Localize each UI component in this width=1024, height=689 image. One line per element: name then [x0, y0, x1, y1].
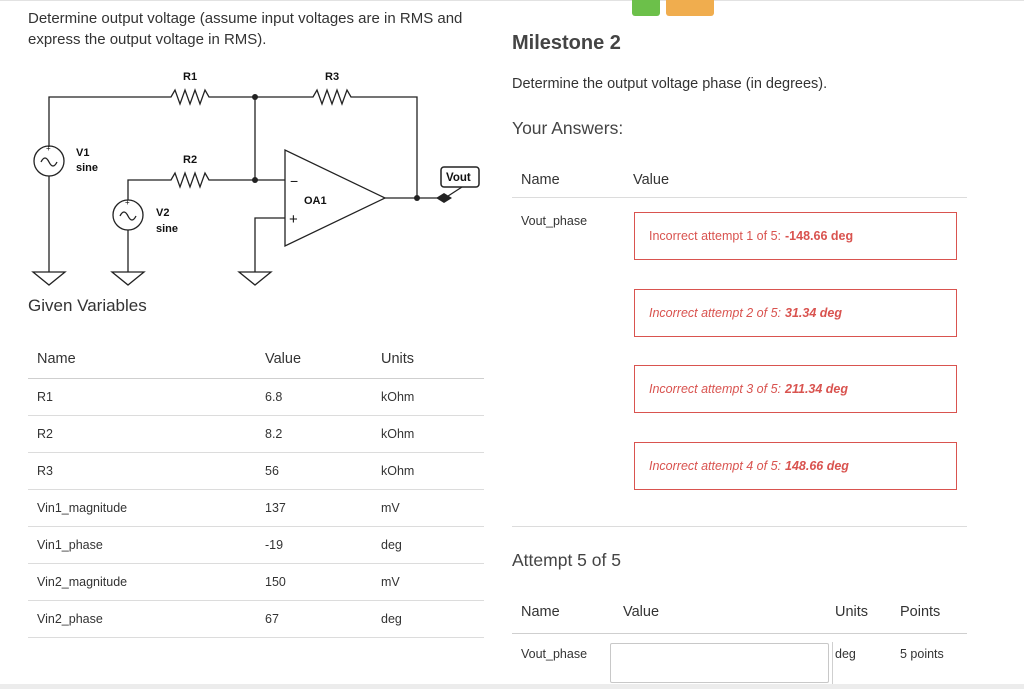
table-row: Vin2_phase 67 deg — [28, 600, 484, 638]
vout-phase-input[interactable] — [610, 643, 829, 683]
cell-name: R1 — [28, 378, 256, 416]
label-opamp: OA1 — [304, 195, 327, 207]
cell-units: deg — [372, 600, 484, 638]
circuit-diagram: R1 R3 R2 V1 sine V2 sine OA1 − + + + Vou… — [31, 71, 480, 286]
cell-units: kOhm — [372, 452, 484, 490]
attempt-units: deg — [835, 647, 856, 661]
opamp-minus: − — [290, 173, 298, 189]
question-text: Determine output voltage (assume input v… — [28, 10, 463, 48]
attempt-value: -148.66 deg — [785, 229, 854, 243]
cell-value: 6.8 — [256, 378, 372, 416]
milestone-prompt: Determine the output voltage phase (in d… — [512, 76, 828, 92]
header-units: Units — [372, 340, 484, 379]
given-variables-table: Name Value Units R1 6.8 kOhm R2 8.2 kOhm… — [28, 340, 484, 638]
attempt-label: Incorrect attempt 1 of 5: — [649, 229, 782, 243]
src-v2-plus: + — [125, 198, 130, 207]
attempt-label: Incorrect attempt 4 of 5: — [649, 459, 782, 473]
cell-name: Vin2_phase — [28, 600, 256, 638]
label-r2: R2 — [183, 154, 197, 166]
cell-name: Vin2_magnitude — [28, 563, 256, 601]
src-v1-plus: + — [46, 144, 51, 153]
label-v1-type: sine — [76, 162, 98, 174]
cell-units: kOhm — [372, 378, 484, 416]
attempt-header-divider — [512, 633, 967, 634]
cell-units: mV — [372, 563, 484, 601]
attempt-title: Attempt 5 of 5 — [512, 550, 621, 570]
status-tab-orange[interactable] — [666, 0, 714, 16]
bottom-edge — [0, 684, 1024, 689]
cell-units: deg — [372, 526, 484, 564]
cell-name: Vin1_magnitude — [28, 489, 256, 527]
top-border — [0, 0, 1024, 1]
label-r1: R1 — [183, 71, 197, 83]
table-row: R3 56 kOhm — [28, 452, 484, 490]
attempt-value: 148.66 deg — [785, 459, 849, 473]
units-divider — [832, 642, 833, 684]
table-row: Vin1_magnitude 137 mV — [28, 489, 484, 527]
label-v2-type: sine — [156, 223, 178, 235]
incorrect-attempt-4: Incorrect attempt 4 of 5: 148.66 deg — [634, 442, 957, 490]
attempt-header-name: Name — [521, 604, 560, 620]
opamp-plus: + — [289, 211, 298, 228]
cell-units: mV — [372, 489, 484, 527]
attempt-header-value: Value — [623, 604, 660, 620]
section-divider — [512, 526, 967, 527]
table-row: Vin1_phase -19 deg — [28, 526, 484, 564]
header-name: Name — [28, 340, 256, 379]
label-v2: V2 — [156, 207, 169, 219]
cell-name: Vin1_phase — [28, 526, 256, 564]
cell-value: 67 — [256, 600, 372, 638]
header-value: Value — [256, 340, 372, 379]
incorrect-attempt-1: Incorrect attempt 1 of 5: -148.66 deg — [634, 212, 957, 260]
cell-units: kOhm — [372, 415, 484, 453]
label-r3: R3 — [325, 71, 339, 83]
attempt-value: 31.34 deg — [785, 306, 842, 320]
attempt-header-units: Units — [835, 604, 869, 620]
table-row: Vin2_magnitude 150 mV — [28, 563, 484, 601]
attempt-value: 211.34 deg — [785, 382, 849, 396]
cell-name: R2 — [28, 415, 256, 453]
milestone-title: Milestone 2 — [512, 32, 621, 54]
answers-variable-name: Vout_phase — [521, 214, 588, 228]
status-tab-green[interactable] — [632, 0, 660, 16]
cell-name: R3 — [28, 452, 256, 490]
attempt-points: 5 points — [900, 647, 944, 661]
attempt-label: Incorrect attempt 3 of 5: — [649, 382, 782, 396]
attempt-variable-name: Vout_phase — [521, 647, 588, 661]
cell-value: 137 — [256, 489, 372, 527]
cell-value: -19 — [256, 526, 372, 564]
incorrect-attempt-2: Incorrect attempt 2 of 5: 31.34 deg — [634, 289, 957, 337]
label-vout: Vout — [446, 172, 471, 184]
answers-header-name: Name — [521, 172, 560, 188]
your-answers-heading: Your Answers: — [512, 118, 624, 138]
table-row: R1 6.8 kOhm — [28, 378, 484, 416]
attempt-label: Incorrect attempt 2 of 5: — [649, 306, 782, 320]
answers-header-value: Value — [633, 172, 670, 188]
cell-value: 8.2 — [256, 415, 372, 453]
cell-value: 56 — [256, 452, 372, 490]
answers-header-divider — [512, 197, 967, 198]
attempt-header-points: Points — [900, 604, 941, 620]
cell-value: 150 — [256, 563, 372, 601]
table-row: R2 8.2 kOhm — [28, 415, 484, 453]
given-variables-title: Given Variables — [28, 296, 147, 315]
incorrect-attempt-3: Incorrect attempt 3 of 5: 211.34 deg — [634, 365, 957, 413]
label-v1: V1 — [76, 147, 89, 159]
